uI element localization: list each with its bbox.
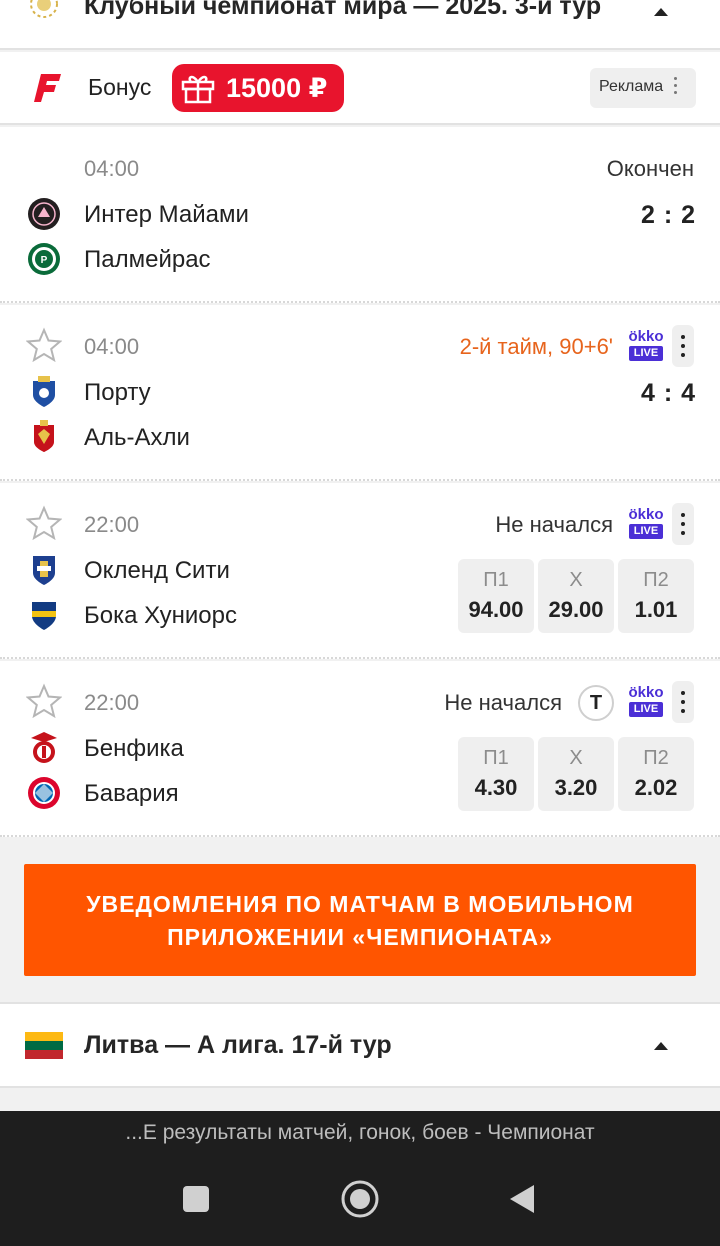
odds-p1-button[interactable]: П1 4.30	[458, 737, 534, 811]
kebab-icon	[674, 77, 678, 98]
match-status: Окончен	[606, 156, 694, 181]
match-menu-button[interactable]	[672, 503, 694, 545]
away-team-name: Аль-Ахли	[84, 424, 190, 451]
away-team-name: Бавария	[84, 780, 179, 807]
benfica-crest-icon	[31, 732, 57, 763]
palmeiras-crest-icon: P	[28, 243, 60, 275]
odds-x-button[interactable]: Х 29.00	[538, 559, 614, 633]
odds-p2-button[interactable]: П2 1.01	[618, 559, 694, 633]
lithuania-flag-icon	[25, 1032, 63, 1059]
odds-p2-button[interactable]: П2 2.02	[618, 737, 694, 811]
league-header[interactable]: Клубный чемпионат мира — 2025. 3-й тур	[0, 0, 720, 50]
match-card[interactable]: 04:00 2-й тайм, 90+6' ökko LIVE Порту 4 …	[0, 305, 720, 481]
match-status: Не начался	[444, 690, 562, 715]
bayern-crest-icon	[28, 777, 60, 809]
odds-p1-button[interactable]: П1 94.00	[458, 559, 534, 633]
porto-crest-icon	[33, 376, 55, 407]
fonbet-logo-icon	[34, 74, 61, 102]
match-card[interactable]: 22:00 Не начался T ökko LIVE Бенфика Бав…	[0, 661, 720, 837]
home-team-name: Порту	[84, 379, 151, 406]
match-card[interactable]: 22:00 Не начался ökko LIVE Окленд Сити Б…	[0, 483, 720, 659]
bonus-bar[interactable]: Бонус 15000 ₽ Реклама	[0, 52, 720, 125]
star-icon[interactable]	[26, 683, 62, 719]
auckland-city-crest-icon	[33, 556, 55, 585]
ad-badge[interactable]: Реклама	[590, 68, 696, 108]
home-team-name: Окленд Сити	[84, 557, 230, 584]
svg-text:P: P	[41, 255, 48, 266]
okko-live-icon[interactable]: ökko LIVE	[628, 685, 664, 719]
browser-page-caption: ...Е результаты матчей, гонок, боев - Че…	[125, 1121, 595, 1144]
league-header[interactable]: Литва — А лига. 17-й тур	[0, 1002, 720, 1088]
okko-live-icon[interactable]: ökko LIVE	[628, 329, 664, 363]
away-team-name: Бока Хуниорс	[84, 602, 237, 629]
bonus-label: Бонус	[88, 74, 152, 100]
match-status: Не начался	[495, 512, 613, 537]
match-score: 4 : 4	[640, 379, 696, 407]
banner-text-line-1: УВЕДОМЛЕНИЯ ПО МАТЧАМ В МОБИЛЬНОМ	[86, 891, 634, 917]
match-menu-button[interactable]	[672, 325, 694, 367]
match-time: 22:00	[84, 690, 140, 715]
boca-juniors-crest-icon	[32, 602, 56, 630]
star-icon[interactable]	[26, 327, 62, 363]
okko-live-icon[interactable]: ökko LIVE	[628, 507, 664, 541]
league-title: Клубный чемпионат мира — 2025. 3-й тур	[84, 0, 602, 20]
app-notifications-banner[interactable]: УВЕДОМЛЕНИЯ ПО МАТЧАМ В МОБИЛЬНОМ ПРИЛОЖ…	[24, 864, 696, 976]
match-time: 04:00	[84, 156, 140, 181]
trophy-icon	[30, 0, 58, 18]
caret-up-icon[interactable]	[654, 1042, 668, 1050]
gift-icon	[181, 75, 215, 104]
match-status: 2-й тайм, 90+6'	[459, 334, 613, 359]
bonus-amount: 15000 ₽	[226, 73, 328, 103]
tv-t-icon[interactable]: T	[578, 685, 614, 721]
bonus-button[interactable]: 15000 ₽	[172, 64, 344, 112]
odds-x-button[interactable]: Х 3.20	[538, 737, 614, 811]
match-time: 22:00	[84, 512, 140, 537]
star-icon[interactable]	[26, 505, 62, 541]
home-icon[interactable]	[340, 1179, 380, 1219]
recent-apps-icon[interactable]	[182, 1185, 210, 1213]
match-score: 2 : 2	[640, 201, 696, 229]
away-team-name: Палмейрас	[84, 246, 211, 273]
banner-text-line-2: ПРИЛОЖЕНИИ «ЧЕМПИОНАТА»	[167, 924, 553, 950]
home-team-name: Интер Майами	[84, 201, 249, 228]
system-nav-bar: ...Е результаты матчей, гонок, боев - Че…	[0, 1111, 720, 1246]
league-title: Литва — А лига. 17-й тур	[84, 1031, 392, 1059]
ad-label: Реклама	[599, 78, 664, 95]
home-team-name: Бенфика	[84, 735, 184, 762]
caret-up-icon[interactable]	[654, 8, 668, 16]
match-card[interactable]: 04:00 Окончен Интер Майами 2 : 2 P Палме…	[0, 127, 720, 303]
back-icon[interactable]	[508, 1184, 536, 1214]
match-menu-button[interactable]	[672, 681, 694, 723]
match-time: 04:00	[84, 334, 140, 359]
inter-miami-crest-icon	[28, 198, 60, 230]
al-ahly-crest-icon	[34, 420, 54, 452]
